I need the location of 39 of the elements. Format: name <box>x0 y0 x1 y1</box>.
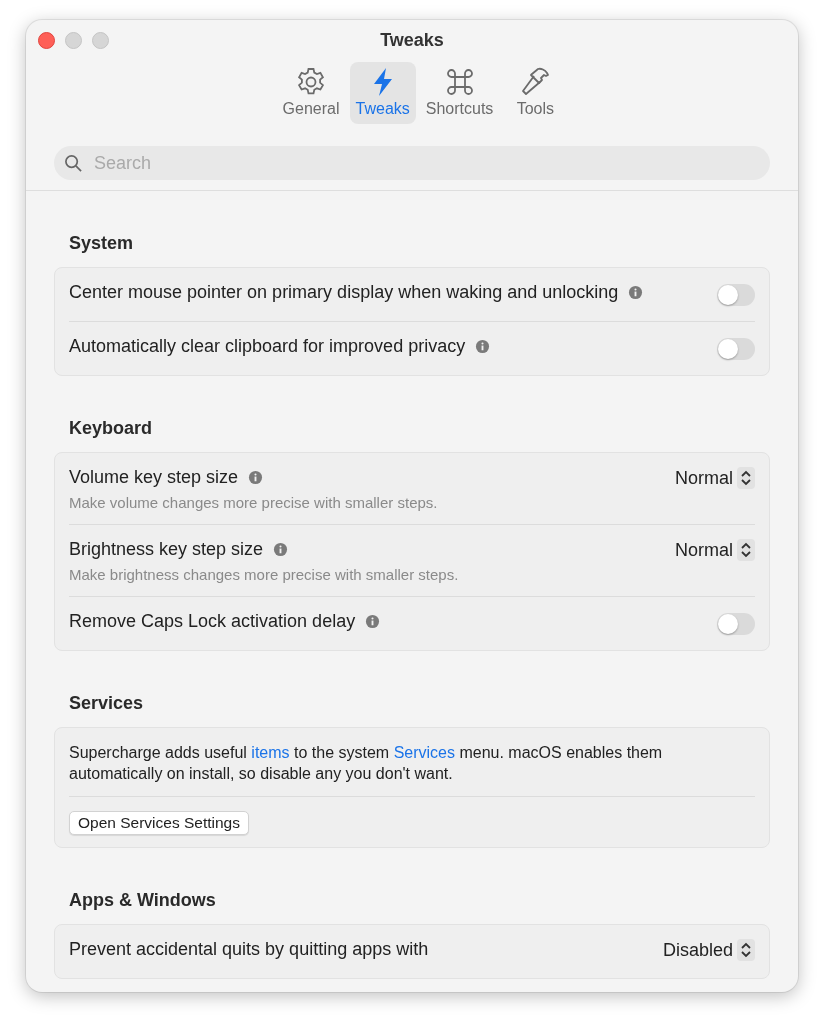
setting-description: Make brightness changes more precise with smaller steps. <box>69 566 459 583</box>
section-heading: Keyboard <box>69 418 154 439</box>
toolbar-tab[interactable]: General <box>276 62 346 124</box>
toggle-switch[interactable] <box>717 613 755 635</box>
setting-label: Remove Caps Lock activation delay <box>69 611 356 632</box>
popup-menu[interactable]: Normal <box>675 539 755 561</box>
link[interactable]: items <box>251 744 290 761</box>
setting-label: Center mouse pointer on primary display when waking and unlocking <box>69 282 619 303</box>
chevron-up-down-icon <box>737 467 755 489</box>
toggle-switch[interactable] <box>717 338 755 360</box>
setting-label: Volume key step size <box>69 467 239 488</box>
info-icon[interactable] <box>475 339 491 354</box>
window-title: Tweaks <box>380 29 444 51</box>
toggle-switch[interactable] <box>717 284 755 306</box>
setting-label: Prevent accidental quits by quitting apps with <box>69 939 429 960</box>
toolbar-tab[interactable]: Tweaks <box>349 62 416 124</box>
toolbar-tab[interactable]: Shortcuts <box>419 62 500 124</box>
info-icon[interactable] <box>248 470 264 485</box>
info-icon[interactable] <box>273 542 289 557</box>
setting-label: Automatically clear clipboard for improved privacy <box>69 336 466 357</box>
chevron-up-down-icon <box>737 939 755 961</box>
toolbar-tab[interactable]: Tools <box>503 62 568 124</box>
services-description: Supercharge adds useful items to the system Services menu. macOS enables them automatically on install, so disable any you don't want. <box>69 743 664 784</box>
popup-menu[interactable]: Disabled <box>662 939 755 961</box>
link[interactable]: Services <box>393 744 455 761</box>
section-heading: Apps & Windows <box>69 890 217 911</box>
section-heading: Services <box>69 693 145 714</box>
setting-description: Make volume changes more precise with smaller steps. <box>69 494 438 511</box>
setting-label: Brightness key step size <box>69 539 264 560</box>
close-button[interactable] <box>38 32 55 49</box>
search-icon <box>64 154 83 173</box>
popup-menu[interactable]: Normal <box>675 467 755 489</box>
chevron-up-down-icon <box>737 539 755 561</box>
open-settings-button[interactable]: Open Services Settings <box>69 811 249 835</box>
section-heading: System <box>69 233 135 254</box>
search-field[interactable]: Search <box>54 146 770 180</box>
hammer-icon <box>519 66 552 98</box>
info-icon[interactable] <box>628 285 644 300</box>
info-icon[interactable] <box>365 614 381 629</box>
